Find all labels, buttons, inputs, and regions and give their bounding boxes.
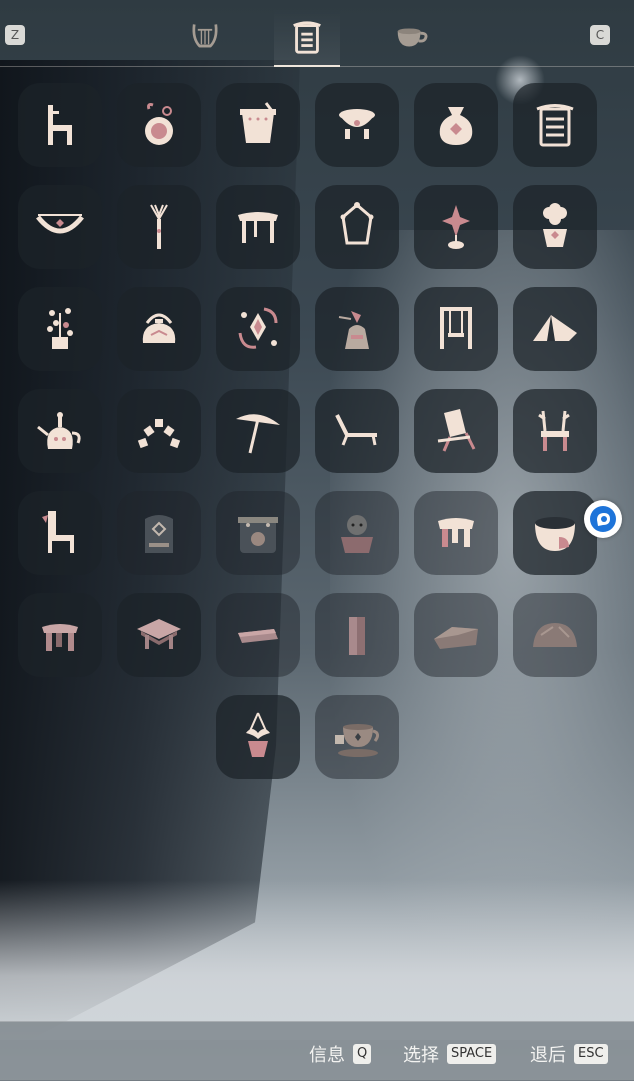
hanging-planter-icon bbox=[246, 712, 270, 757]
item-slot[interactable] bbox=[513, 83, 597, 167]
info-key: Q bbox=[353, 1044, 372, 1064]
lantern-frame-icon bbox=[340, 202, 374, 245]
flower-vase-icon bbox=[543, 203, 567, 247]
item-slot[interactable] bbox=[513, 389, 597, 473]
small-stool-icon bbox=[42, 624, 78, 651]
rock-icon bbox=[533, 623, 577, 647]
item-slot[interactable] bbox=[315, 695, 399, 779]
side-table-icon bbox=[137, 619, 181, 649]
item-slot[interactable] bbox=[513, 491, 597, 575]
kettle-icon bbox=[142, 313, 176, 343]
info-label: 信息 bbox=[309, 1045, 345, 1066]
item-slot[interactable] bbox=[315, 389, 399, 473]
back-label: 退后 bbox=[530, 1045, 566, 1066]
bucket-icon bbox=[240, 102, 276, 143]
category-tab-bar: Z C bbox=[0, 0, 634, 67]
item-slot[interactable] bbox=[414, 593, 498, 677]
item-slot[interactable] bbox=[414, 389, 498, 473]
item-slot[interactable] bbox=[18, 83, 102, 167]
pot-stool-icon bbox=[339, 109, 375, 139]
prev-tab-key[interactable]: Z bbox=[5, 25, 25, 45]
next-tab-key[interactable]: C bbox=[590, 25, 610, 45]
teacup-icon bbox=[397, 28, 428, 47]
stone-tablet-icon bbox=[145, 515, 173, 553]
background-snow bbox=[0, 880, 634, 1040]
item-slot[interactable] bbox=[216, 695, 300, 779]
item-slot[interactable] bbox=[216, 491, 300, 575]
cabinet-icon bbox=[536, 104, 574, 147]
item-slot[interactable] bbox=[513, 593, 597, 677]
tab-furniture[interactable] bbox=[274, 8, 340, 67]
item-slot[interactable] bbox=[117, 491, 201, 575]
tab-food[interactable] bbox=[378, 8, 444, 66]
item-slot[interactable] bbox=[117, 287, 201, 371]
arch-icon bbox=[137, 419, 181, 449]
plant-pot-icon bbox=[47, 308, 73, 349]
item-slot[interactable] bbox=[117, 185, 201, 269]
item-slot[interactable] bbox=[216, 389, 300, 473]
item-slot[interactable] bbox=[414, 491, 498, 575]
slab-stone-icon bbox=[434, 627, 478, 649]
lounger-icon bbox=[335, 414, 377, 446]
lyre-icon bbox=[192, 24, 218, 48]
flat-stone-icon bbox=[238, 629, 278, 643]
item-slot[interactable] bbox=[315, 185, 399, 269]
back-hint[interactable]: 退后 ESC bbox=[530, 1041, 608, 1067]
stove-icon bbox=[238, 517, 278, 553]
table-icon bbox=[238, 212, 278, 243]
torch-icon bbox=[150, 204, 168, 249]
item-slot[interactable] bbox=[117, 593, 201, 677]
teacup-set-icon bbox=[335, 724, 380, 757]
item-slot[interactable] bbox=[117, 83, 201, 167]
llama-chair-icon bbox=[42, 511, 74, 553]
select-hint[interactable]: 选择 SPACE bbox=[403, 1041, 497, 1067]
item-slot[interactable] bbox=[216, 287, 300, 371]
item-slot[interactable] bbox=[216, 593, 300, 677]
assistant-bubble-icon[interactable] bbox=[584, 500, 622, 538]
perfume-bottle-icon bbox=[145, 103, 173, 145]
control-hints-bar: 信息 Q 选择 SPACE 退后 ESC bbox=[0, 1021, 634, 1081]
select-key: SPACE bbox=[447, 1044, 497, 1064]
antler-chair-icon bbox=[538, 410, 570, 451]
info-hint[interactable]: 信息 Q bbox=[309, 1041, 372, 1067]
item-slot[interactable] bbox=[414, 185, 498, 269]
item-slot[interactable] bbox=[315, 287, 399, 371]
bowl-icon bbox=[535, 517, 575, 551]
swing-icon bbox=[440, 307, 472, 349]
bell-statue-icon bbox=[338, 311, 369, 349]
parasol-icon bbox=[236, 414, 280, 454]
item-slot[interactable] bbox=[18, 491, 102, 575]
pillar-stone-icon bbox=[349, 617, 365, 655]
stool-icon bbox=[438, 518, 474, 547]
item-slot[interactable] bbox=[18, 287, 102, 371]
sparkle-lamp-icon bbox=[442, 205, 470, 249]
item-slot[interactable] bbox=[513, 185, 597, 269]
chair-icon bbox=[48, 105, 72, 145]
furniture-icon bbox=[293, 21, 321, 54]
tent-icon bbox=[533, 315, 577, 341]
item-slot[interactable] bbox=[117, 389, 201, 473]
teapot-icon bbox=[37, 412, 81, 449]
tab-instruments[interactable] bbox=[172, 8, 238, 66]
select-label: 选择 bbox=[403, 1045, 439, 1066]
item-slot[interactable] bbox=[414, 287, 498, 371]
item-slot[interactable] bbox=[315, 83, 399, 167]
pouch-icon bbox=[439, 107, 473, 145]
item-slot[interactable] bbox=[216, 185, 300, 269]
hammock-icon bbox=[36, 214, 84, 234]
item-slot[interactable] bbox=[315, 491, 399, 575]
item-slot[interactable] bbox=[18, 389, 102, 473]
item-slot[interactable] bbox=[18, 185, 102, 269]
back-key: ESC bbox=[574, 1044, 608, 1064]
item-slot[interactable] bbox=[216, 83, 300, 167]
orbit-ornament-icon bbox=[238, 307, 278, 349]
item-slot[interactable] bbox=[18, 593, 102, 677]
deck-chair-icon bbox=[437, 409, 476, 452]
item-slot[interactable] bbox=[513, 287, 597, 371]
pot-creature-icon bbox=[341, 515, 373, 553]
item-slot[interactable] bbox=[414, 83, 498, 167]
item-slot[interactable] bbox=[315, 593, 399, 677]
